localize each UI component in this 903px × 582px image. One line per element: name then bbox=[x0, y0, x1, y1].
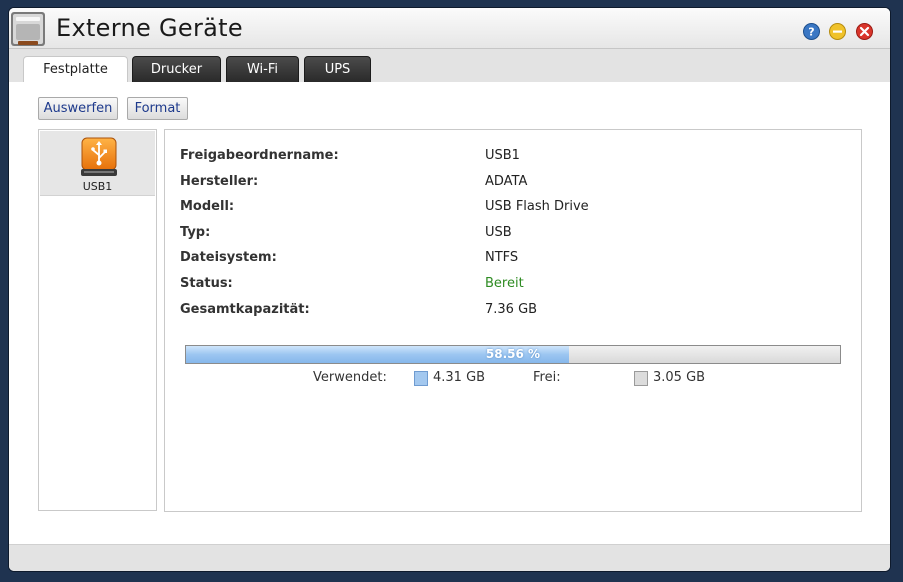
free-swatch bbox=[634, 371, 648, 386]
detail-label: Gesamtkapazität: bbox=[180, 302, 310, 317]
detail-row-filesystem: Dateisystem: NTFS bbox=[180, 250, 840, 270]
detail-row-total-capacity: Gesamtkapazität: 7.36 GB bbox=[180, 302, 840, 322]
detail-value: USB bbox=[485, 225, 512, 240]
detail-row-status: Status: Bereit bbox=[180, 276, 840, 296]
detail-label: Freigabeordnername: bbox=[180, 148, 339, 163]
detail-label: Typ: bbox=[180, 225, 211, 240]
title-bar: Externe Geräte ? bbox=[9, 8, 890, 49]
help-icon[interactable]: ? bbox=[803, 23, 820, 40]
usage-percent: 58.56 % bbox=[485, 347, 541, 361]
tab-ups[interactable]: UPS bbox=[304, 56, 371, 82]
detail-value: USB1 bbox=[485, 148, 520, 163]
detail-row-type: Typ: USB bbox=[180, 225, 840, 245]
detail-label: Modell: bbox=[180, 199, 235, 214]
free-value: 3.05 GB bbox=[653, 370, 706, 385]
device-list: USB1 bbox=[38, 129, 157, 511]
used-value: 4.31 GB bbox=[433, 370, 486, 385]
device-details-panel: Freigabeordnername: USB1 Hersteller: ADA… bbox=[164, 129, 862, 512]
svg-text:?: ? bbox=[808, 26, 814, 39]
detail-label: Status: bbox=[180, 276, 233, 291]
external-drive-app-icon bbox=[11, 12, 45, 46]
detail-row-manufacturer: Hersteller: ADATA bbox=[180, 174, 840, 194]
format-button[interactable]: Format bbox=[127, 97, 188, 120]
eject-button[interactable]: Auswerfen bbox=[38, 97, 118, 120]
detail-value: ADATA bbox=[485, 174, 528, 189]
status-value: Bereit bbox=[485, 276, 524, 291]
external-devices-window: Externe Geräte ? Festplatte Drucker Wi-F… bbox=[9, 8, 890, 571]
device-item-usb1[interactable]: USB1 bbox=[40, 131, 155, 196]
close-icon[interactable] bbox=[856, 23, 873, 40]
used-label: Verwendet: bbox=[313, 370, 387, 385]
tab-drucker[interactable]: Drucker bbox=[132, 56, 221, 82]
used-swatch bbox=[414, 371, 428, 386]
tab-wifi[interactable]: Wi-Fi bbox=[226, 56, 299, 82]
window-footer bbox=[9, 544, 890, 571]
detail-row-share-name: Freigabeordnername: USB1 bbox=[180, 148, 840, 168]
minimize-icon[interactable] bbox=[829, 23, 846, 40]
detail-value: USB Flash Drive bbox=[485, 199, 589, 214]
tab-content: Auswerfen Format USB1 Freigabeordnername… bbox=[23, 82, 877, 544]
usage-bar: 58.56 % bbox=[185, 345, 841, 364]
window-title: Externe Geräte bbox=[56, 14, 243, 42]
tab-bar: Festplatte Drucker Wi-Fi UPS bbox=[9, 49, 890, 82]
usb-drive-icon bbox=[81, 137, 117, 176]
free-label: Frei: bbox=[533, 370, 561, 385]
detail-value: NTFS bbox=[485, 250, 519, 265]
detail-value: 7.36 GB bbox=[485, 302, 538, 317]
tab-festplatte[interactable]: Festplatte bbox=[23, 56, 128, 82]
detail-row-model: Modell: USB Flash Drive bbox=[180, 199, 840, 219]
device-label: USB1 bbox=[82, 180, 113, 193]
detail-label: Dateisystem: bbox=[180, 250, 277, 265]
detail-label: Hersteller: bbox=[180, 174, 259, 189]
